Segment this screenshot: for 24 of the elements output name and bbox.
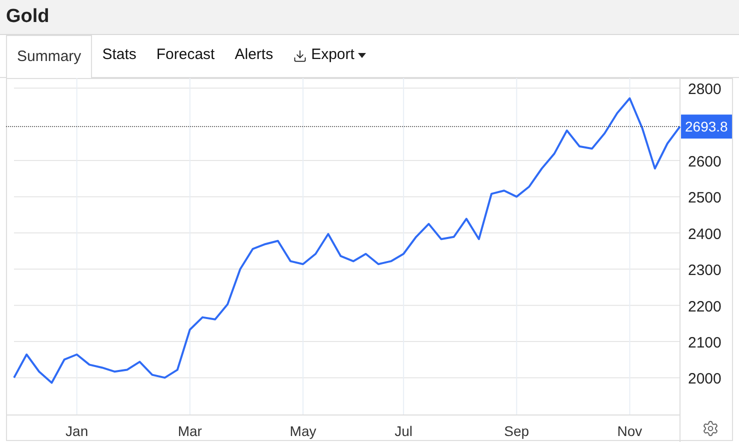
y-axis-label: 2100 [688, 334, 722, 352]
caret-icon [358, 53, 366, 58]
y-axis-label: 2000 [688, 370, 722, 388]
y-axis-label: 2200 [688, 298, 722, 316]
x-axis-label: Jul [394, 423, 412, 439]
y-axis-label: 2600 [688, 154, 722, 171]
export-menu[interactable]: Export [283, 34, 376, 77]
ref-line-label: 2693.8 [685, 118, 728, 135]
x-axis-label: Sep [504, 423, 530, 439]
tab[interactable]: Summary [6, 35, 92, 78]
tab[interactable]: Stats [92, 34, 146, 77]
download-icon [293, 48, 308, 62]
x-axis-label: Nov [617, 423, 642, 439]
x-axis-label: Mar [178, 423, 202, 439]
tab[interactable]: Forecast [146, 34, 225, 77]
page-title: Gold [6, 4, 50, 29]
x-axis-label: May [290, 423, 316, 439]
settings-icon[interactable] [702, 420, 719, 437]
y-axis-label: 2400 [688, 226, 722, 243]
tab[interactable]: Alerts [224, 34, 284, 77]
y-axis-label: 2300 [688, 262, 722, 280]
y-axis-label: 2500 [688, 190, 722, 207]
y-axis-label: 2800 [688, 81, 722, 98]
x-axis-label: Jan [66, 423, 88, 439]
